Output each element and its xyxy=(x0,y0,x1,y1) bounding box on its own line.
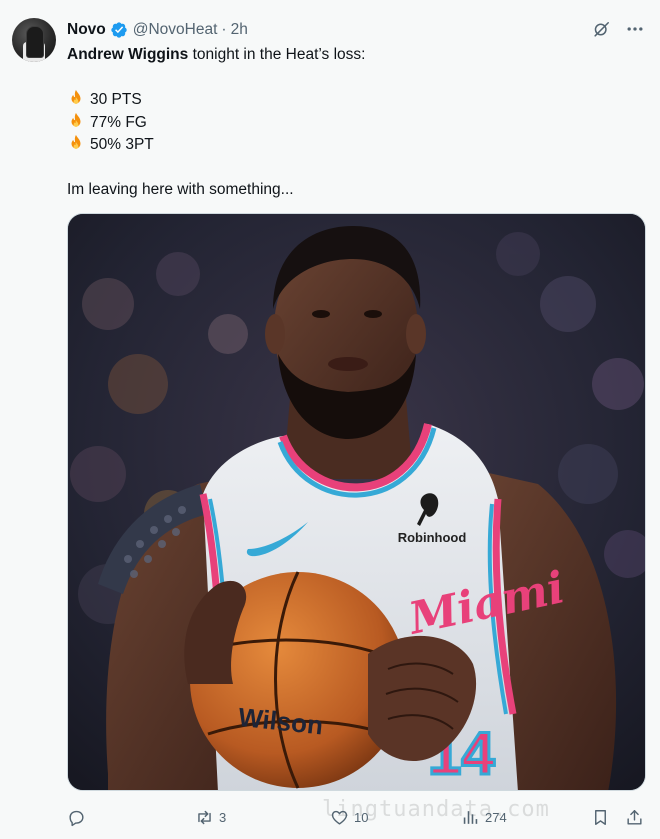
bookmark-icon xyxy=(595,809,606,825)
fire-emoji-icon xyxy=(67,134,85,152)
tweet-intro-rest: tonight in the Heat’s loss: xyxy=(188,46,366,63)
player-photo-illustration: Robinhood Miami 14 Wilson xyxy=(68,214,645,790)
jersey-sponsor-text: Robinhood xyxy=(398,530,467,545)
author-display-name[interactable]: Novo xyxy=(67,21,106,39)
views-button[interactable]: 274 xyxy=(461,803,507,831)
views-count: 274 xyxy=(485,809,507,825)
fire-emoji-icon xyxy=(67,112,85,130)
tweet-header: Novo @NovoHeat · 2h xyxy=(67,19,248,41)
like-button[interactable]: 10 xyxy=(330,803,368,831)
like-icon xyxy=(331,810,348,825)
tweet-text: Andrew Wiggins tonight in the Heat’s los… xyxy=(67,44,642,202)
tweet-closing-line: Im leaving here with something... xyxy=(67,181,294,198)
author-handle[interactable]: @NovoHeat xyxy=(133,21,218,39)
tweet-action-bar: 3 10 274 xyxy=(67,803,646,831)
more-icon[interactable] xyxy=(624,18,646,40)
grok-icon[interactable] xyxy=(590,18,612,40)
tweet-top-actions xyxy=(590,18,646,40)
share-icon xyxy=(627,809,642,825)
views-icon xyxy=(463,810,478,824)
repost-button[interactable]: 3 xyxy=(195,803,226,831)
stat-points: 30 PTS xyxy=(90,91,142,108)
stat-three-point: 50% 3PT xyxy=(90,136,154,153)
like-count: 10 xyxy=(354,809,369,825)
stat-field-goal: 77% FG xyxy=(90,113,147,131)
author-avatar[interactable] xyxy=(12,18,56,62)
repost-count: 3 xyxy=(219,809,227,825)
tweet-player-name[interactable]: Andrew Wiggins xyxy=(67,46,188,63)
bookmark-button[interactable] xyxy=(591,803,610,831)
tweet-media-photo[interactable]: Robinhood Miami 14 Wilson xyxy=(67,213,646,791)
reply-button[interactable] xyxy=(67,803,91,831)
stat-line: 77% FG xyxy=(67,112,642,135)
avatar-figure xyxy=(26,26,44,58)
repost-icon xyxy=(198,810,211,824)
header-separator: · xyxy=(221,21,227,38)
tweet-intro-line: Andrew Wiggins tonight in the Heat’s los… xyxy=(67,44,642,67)
tweet-card[interactable]: Novo @NovoHeat · 2h Andrew Wiggins tonig… xyxy=(0,0,660,839)
share-button[interactable] xyxy=(625,803,644,831)
reply-icon xyxy=(69,810,84,826)
fire-emoji-icon xyxy=(67,89,85,107)
tweet-timestamp[interactable]: 2h xyxy=(231,21,248,39)
verified-badge-icon[interactable] xyxy=(110,21,128,39)
stat-line: 50% 3PT xyxy=(67,134,642,157)
stat-line: 30 PTS xyxy=(67,89,642,112)
